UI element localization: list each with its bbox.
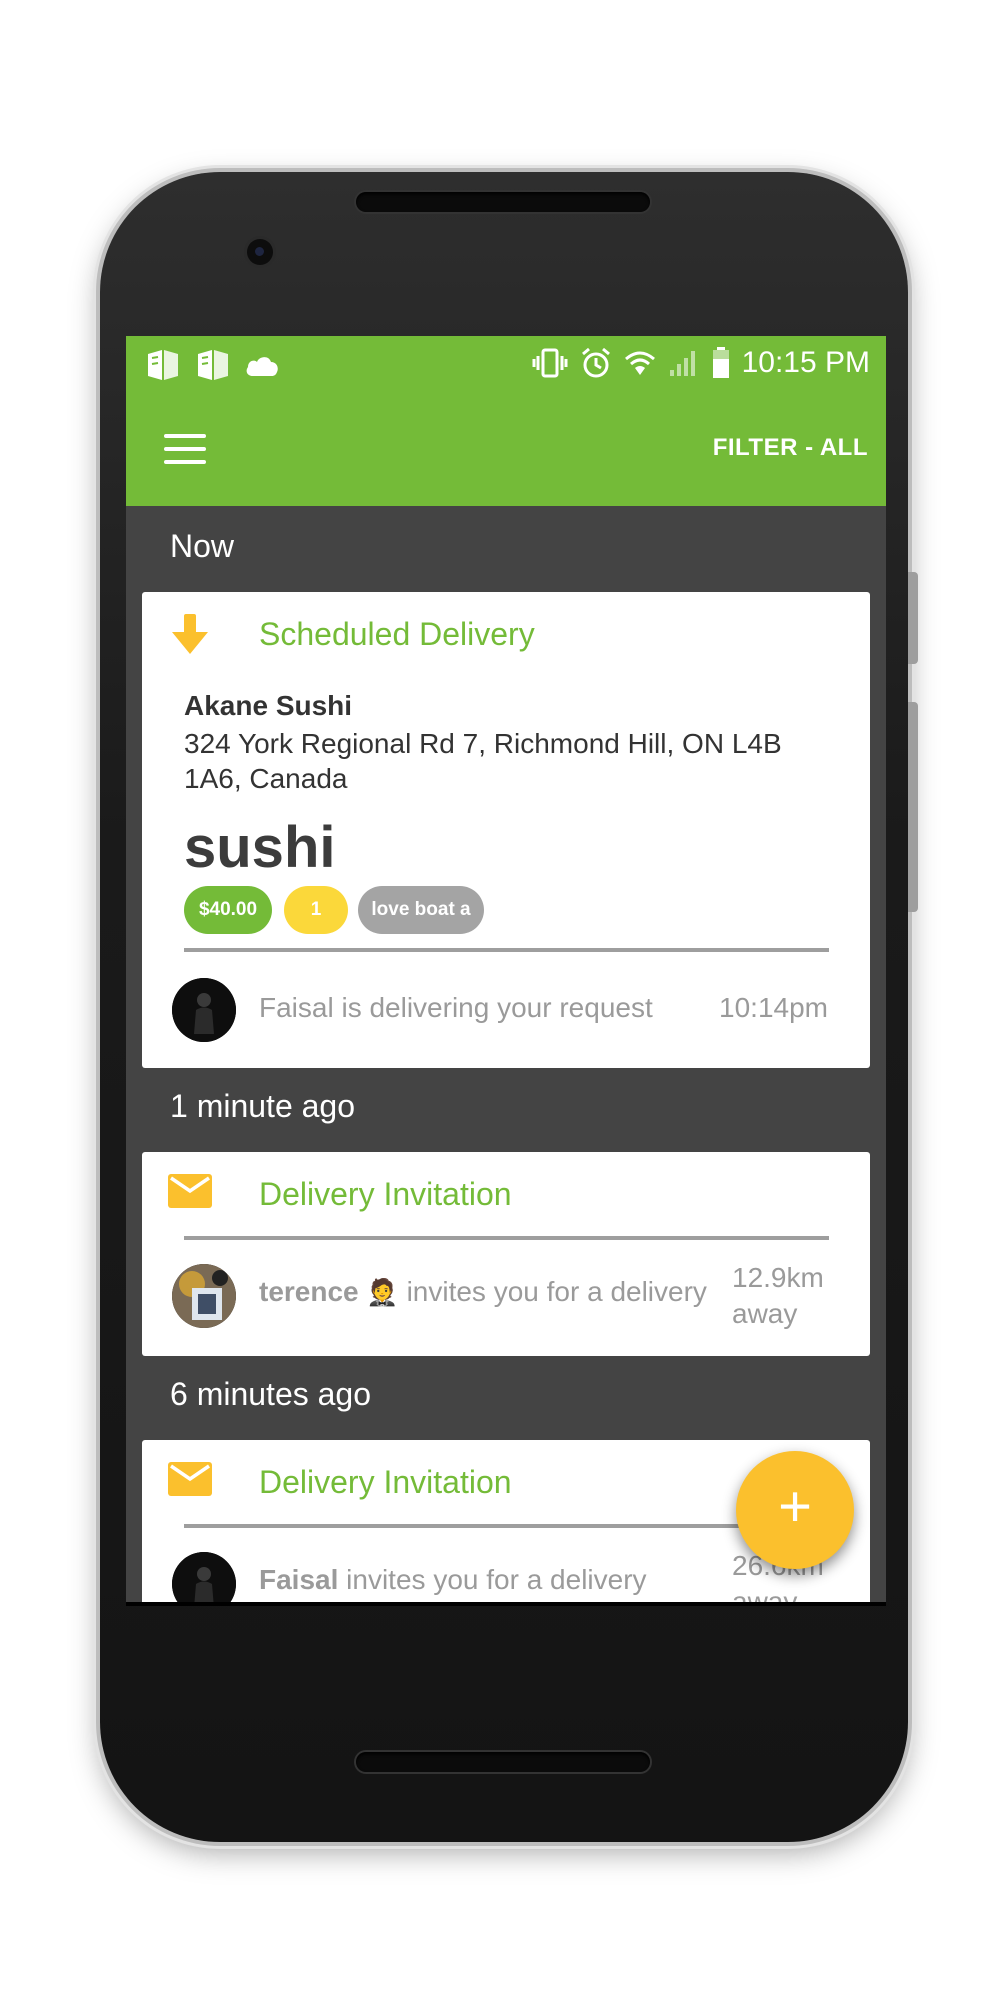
section-time-label: Now [170, 528, 235, 564]
quantity-tag: 1 [284, 886, 348, 934]
screen: 10:15 PM FILTER - ALL Now Scheduled Deli… [126, 336, 886, 1606]
app-notification-icon [198, 350, 228, 380]
sender-name[interactable]: Faisal [259, 1564, 338, 1595]
wifi-icon [624, 351, 655, 375]
card-divider [184, 948, 829, 952]
note-tag: love boat a [358, 886, 484, 934]
status-time: 10:15 PM [741, 346, 870, 379]
cloud-icon [246, 357, 278, 376]
navigation-bar [126, 1602, 886, 1606]
delivery-invitation-card[interactable]: Delivery Invitation terence 🤵 invites yo… [142, 1152, 870, 1356]
volume-button [908, 702, 918, 912]
bottom-speaker [356, 1752, 650, 1772]
vibrate-icon [532, 348, 568, 378]
avatar-person-icon [172, 978, 236, 1042]
status-bar: 10:15 PM [126, 336, 886, 394]
distance-value: 12.9km [732, 1262, 824, 1293]
card-title: Delivery Invitation [259, 1464, 512, 1500]
restaurant-address: 324 York Regional Rd 7, Richmond Hill, O… [184, 728, 782, 794]
signal-icon [669, 351, 695, 376]
mail-icon [168, 1462, 212, 1496]
avatar-person-icon [172, 1552, 236, 1606]
invitation-message: Faisal invites you for a delivery [259, 1564, 647, 1596]
section-time-label: 6 minutes ago [170, 1376, 372, 1412]
filter-button[interactable]: FILTER - ALL [713, 434, 868, 462]
mail-icon [168, 1174, 212, 1208]
delivery-status-text: Faisal is delivering your request [259, 992, 653, 1023]
order-item: sushi [184, 815, 336, 880]
delivery-status-time: 10:14pm [719, 992, 828, 1023]
top-speaker [356, 192, 650, 212]
power-button [908, 572, 918, 664]
front-camera [247, 239, 273, 265]
scheduled-delivery-card[interactable]: Scheduled Delivery Akane Sushi 324 York … [142, 592, 870, 1068]
invitation-text: invites you for a delivery [406, 1276, 707, 1307]
sender-name[interactable]: terence [259, 1276, 359, 1307]
distance-label: 12.9km away [732, 1260, 824, 1332]
card-title: Delivery Invitation [259, 1176, 512, 1212]
avatar[interactable] [172, 978, 236, 1042]
add-button[interactable]: + [736, 1451, 854, 1569]
app-notification-icon [148, 350, 178, 380]
price-tag: $40.00 [184, 886, 272, 934]
arrow-down-icon [172, 614, 208, 654]
invitation-message: terence 🤵 invites you for a delivery [259, 1276, 707, 1308]
hamburger-menu-icon[interactable] [164, 434, 206, 466]
section-time-label: 1 minute ago [170, 1088, 356, 1124]
card-divider [184, 1524, 829, 1528]
restaurant-name: Akane Sushi [184, 690, 353, 721]
avatar[interactable] [172, 1264, 236, 1328]
invitation-text: invites you for a delivery [346, 1564, 647, 1595]
card-title: Scheduled Delivery [259, 616, 535, 652]
battery-icon [712, 347, 729, 378]
sender-emoji: 🤵 [366, 1277, 399, 1307]
app-bar: FILTER - ALL [126, 394, 886, 506]
card-divider [184, 1236, 829, 1240]
alarm-icon [581, 347, 610, 378]
distance-suffix: away [732, 1298, 798, 1329]
avatar-photo-icon [172, 1264, 236, 1328]
avatar[interactable] [172, 1552, 236, 1606]
